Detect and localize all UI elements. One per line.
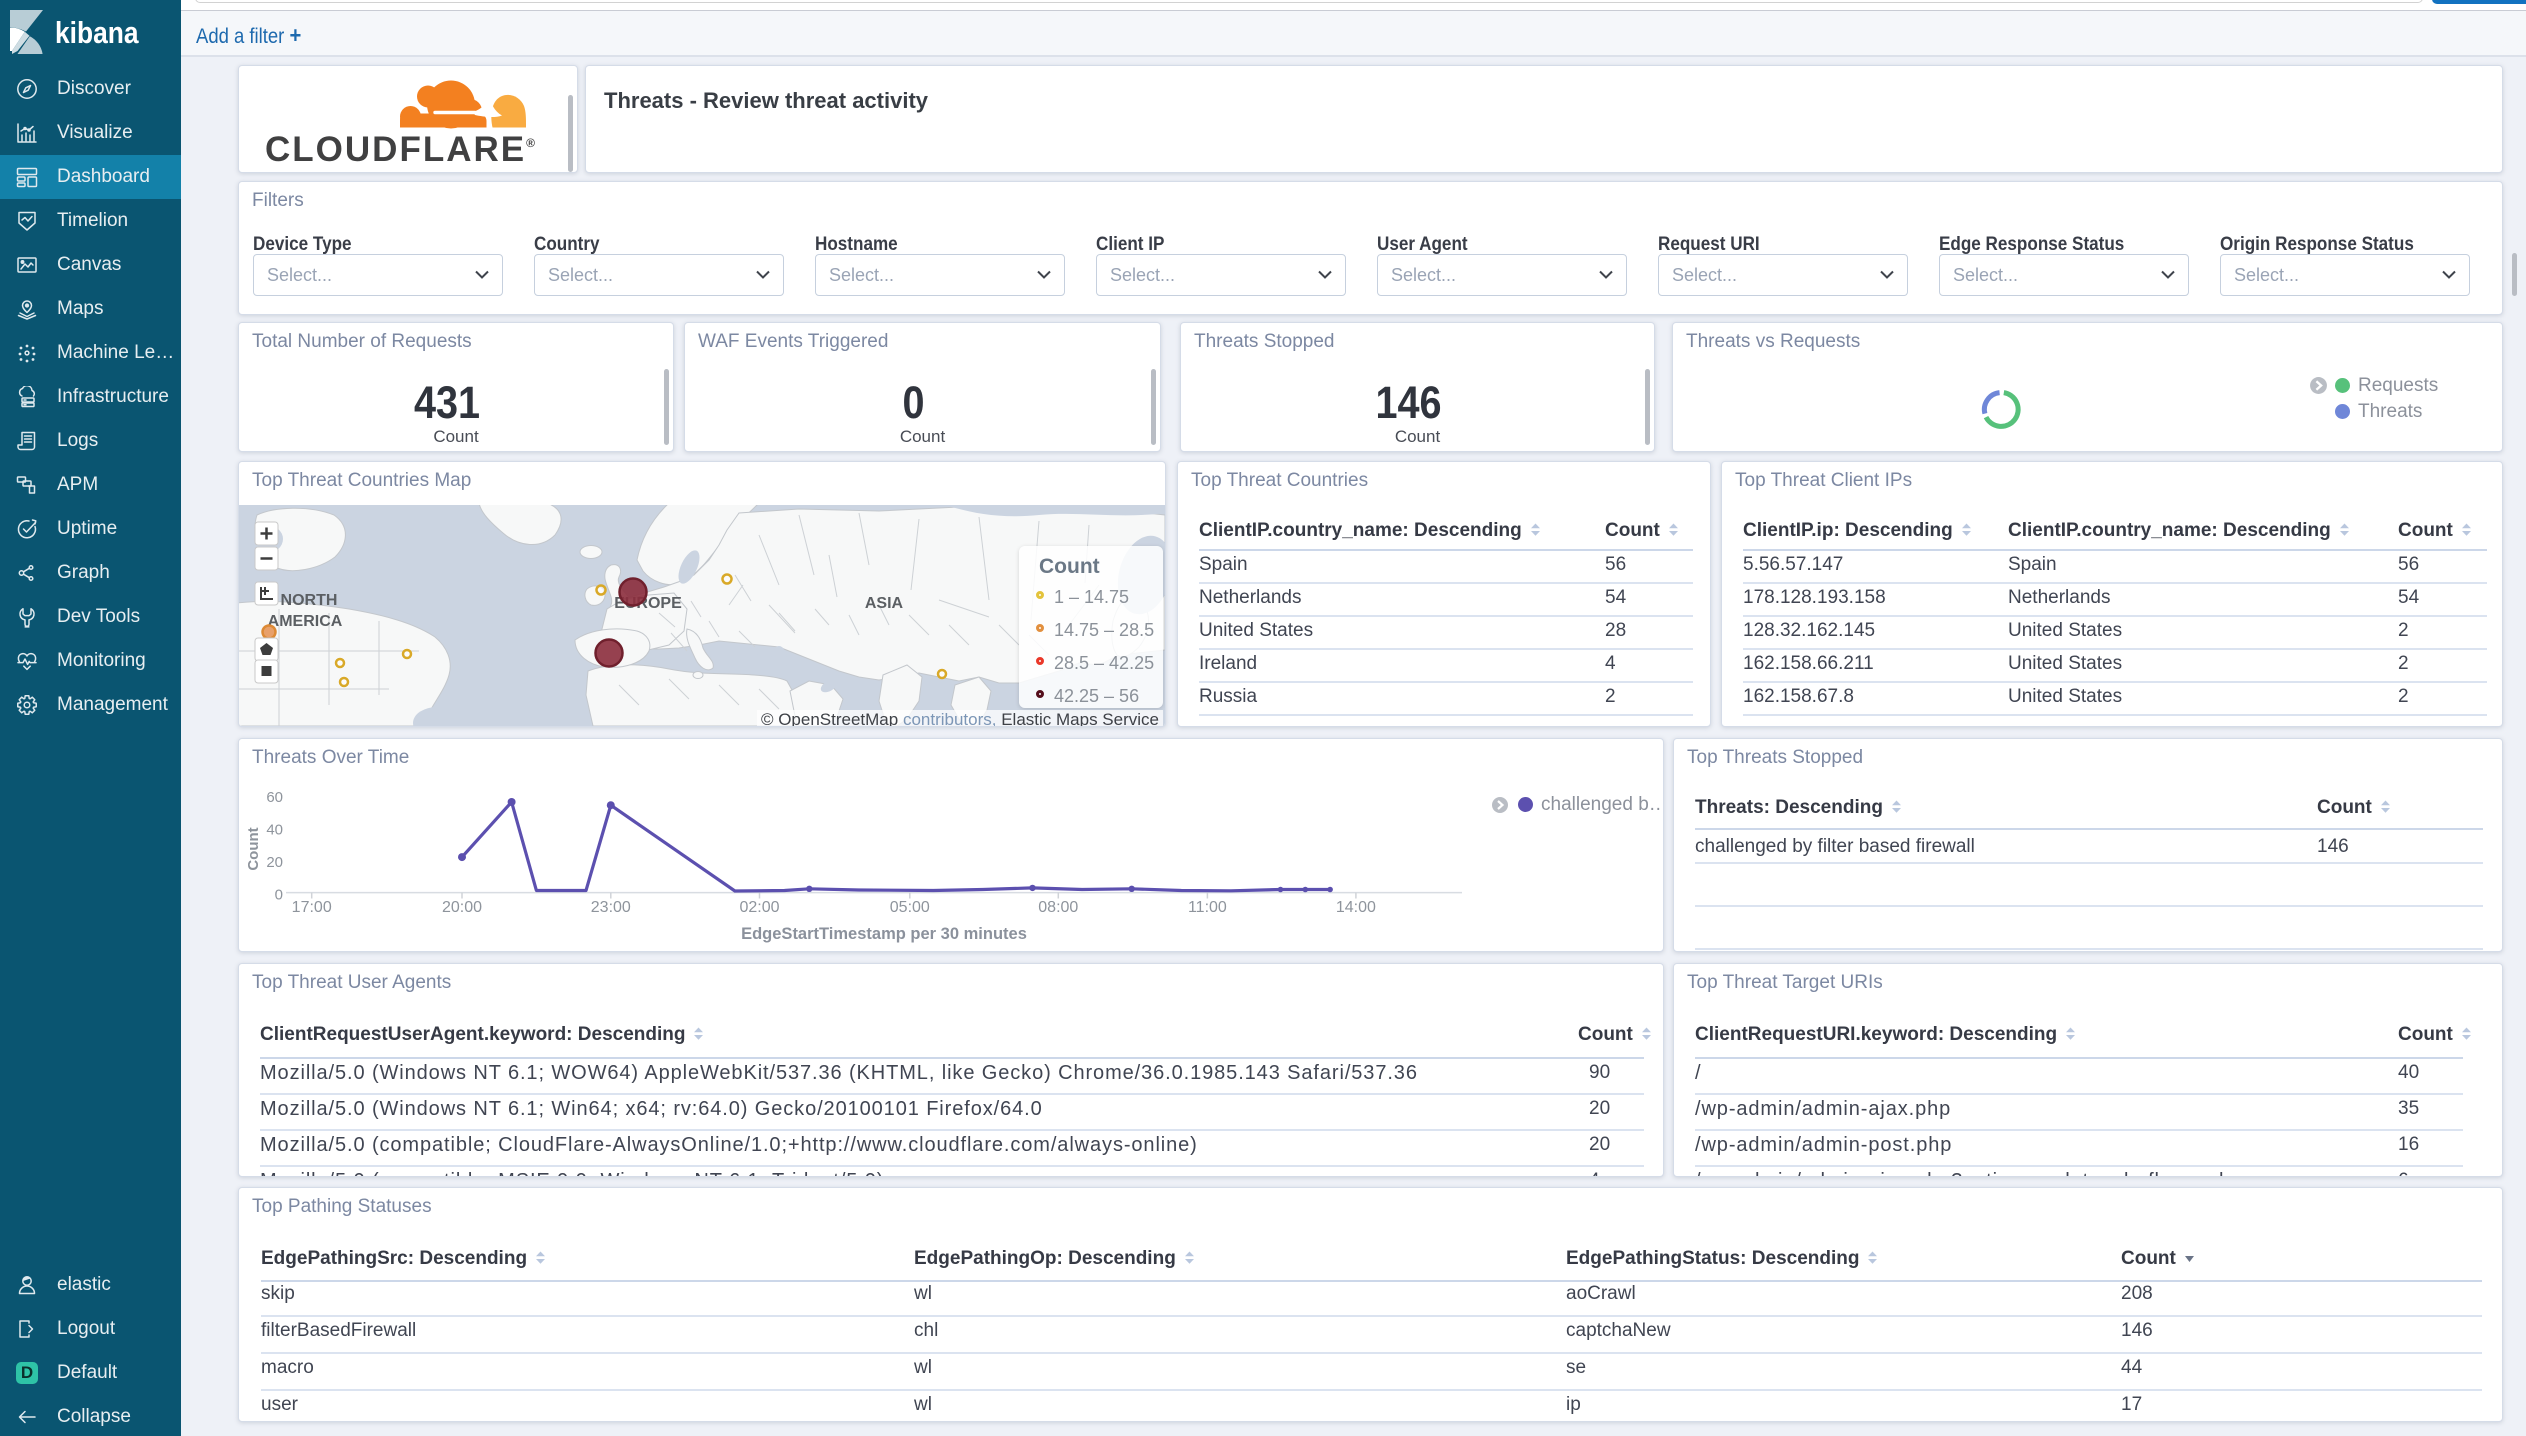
svg-text:23:00: 23:00 [591,899,631,916]
svg-text:40: 40 [266,822,283,839]
svg-text:05:00: 05:00 [890,899,930,916]
svg-text:AMERICA: AMERICA [268,613,343,630]
svg-text:0: 0 [275,887,283,904]
svg-text:20: 20 [266,854,283,871]
svg-text:02:00: 02:00 [739,899,779,916]
svg-text:EdgeStartTimestamp per 30 minu: EdgeStartTimestamp per 30 minutes [741,925,1027,943]
svg-text:Count: Count [245,827,262,870]
svg-text:14:00: 14:00 [1336,899,1376,916]
svg-text:ASIA: ASIA [865,595,904,612]
svg-text:NORTH: NORTH [281,592,338,609]
svg-text:11:00: 11:00 [1188,899,1227,916]
svg-text:20:00: 20:00 [442,899,482,916]
svg-text:60: 60 [266,789,283,806]
svg-text:17:00: 17:00 [292,899,332,916]
svg-text:08:00: 08:00 [1038,899,1078,916]
